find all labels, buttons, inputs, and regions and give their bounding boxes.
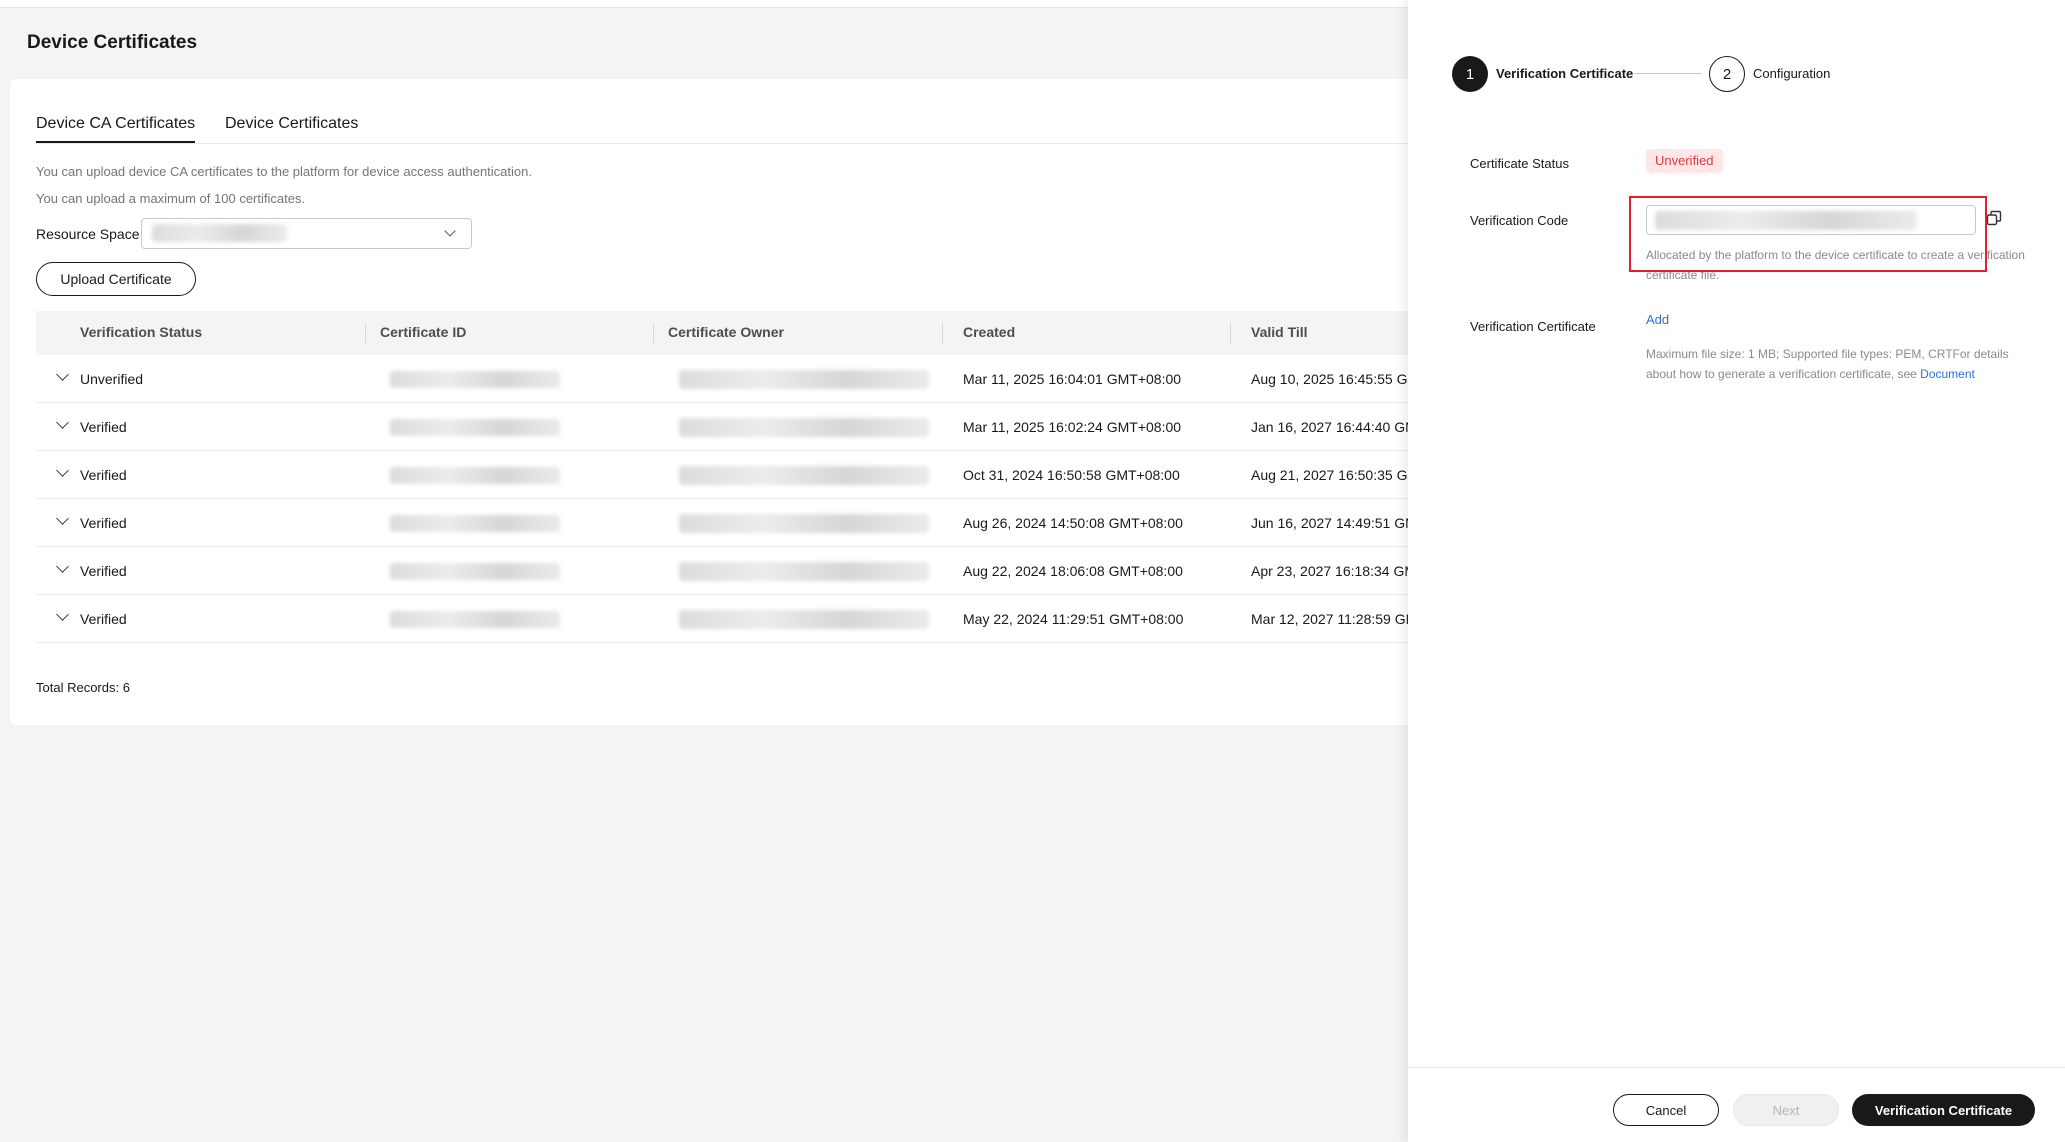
row-status: Verified <box>80 467 127 483</box>
row-created: Aug 22, 2024 18:06:08 GMT+08:00 <box>963 563 1183 579</box>
certificate-id-redacted <box>390 467 560 484</box>
file-requirements-hint: Maximum file size: 1 MB; Supported file … <box>1646 344 2016 384</box>
chevron-down-icon[interactable] <box>56 608 69 621</box>
row-valid-till: Apr 23, 2027 16:18:34 GMT+ <box>1251 563 1433 579</box>
row-created: Aug 26, 2024 14:50:08 GMT+08:00 <box>963 515 1183 531</box>
verification-code-field[interactable] <box>1646 205 1976 235</box>
step-connector <box>1634 73 1702 74</box>
copy-icon[interactable] <box>1986 210 2002 226</box>
next-button[interactable]: Next <box>1733 1094 1839 1126</box>
certificate-owner-redacted <box>679 514 929 533</box>
step-number: 1 <box>1452 56 1488 92</box>
column-certificate-owner: Certificate Owner <box>668 324 784 340</box>
chevron-down-icon[interactable] <box>56 464 69 477</box>
column-separator <box>653 323 654 343</box>
certificate-owner-redacted <box>679 466 929 485</box>
column-certificate-id: Certificate ID <box>380 324 467 340</box>
limit-hint: You can upload a maximum of 100 certific… <box>36 191 306 206</box>
column-valid-till: Valid Till <box>1251 324 1308 340</box>
certificate-owner-redacted <box>679 370 929 389</box>
table-row: Verified Aug 22, 2024 18:06:08 GMT+08:00… <box>36 547 1433 595</box>
verify-certificate-drawer: 1 Verification Certificate 2 Configurati… <box>1408 0 2065 1142</box>
drawer-footer: Cancel Next Verification Certificate <box>1408 1067 2065 1142</box>
certificate-owner-redacted <box>679 610 929 629</box>
verification-code-label: Verification Code <box>1470 213 1569 228</box>
row-created: Mar 11, 2025 16:02:24 GMT+08:00 <box>963 419 1182 435</box>
verification-code-redacted <box>1655 211 1917 230</box>
add-certificate-link[interactable]: Add <box>1646 312 1669 327</box>
table-header: Verification Status Certificate ID Certi… <box>36 311 1430 355</box>
document-link[interactable]: Document <box>1920 367 1975 381</box>
table-row: Unverified Mar 11, 2025 16:04:01 GMT+08:… <box>36 355 1432 403</box>
tabs-divider <box>36 143 1430 144</box>
certificate-id-redacted <box>390 371 560 388</box>
tab-device-ca-certificates[interactable]: Device CA Certificates <box>36 115 196 143</box>
certificate-id-redacted <box>390 563 560 580</box>
column-separator <box>1230 323 1231 343</box>
status-badge: Unverified <box>1646 149 1723 173</box>
table-row: Verified Oct 31, 2024 16:50:58 GMT+08:00… <box>36 451 1432 499</box>
row-created: Oct 31, 2024 16:50:58 GMT+08:00 <box>963 467 1180 483</box>
tab-device-certificates[interactable]: Device Certificates <box>225 115 358 141</box>
verification-certificate-button[interactable]: Verification Certificate <box>1852 1094 2035 1126</box>
row-status: Unverified <box>80 371 144 387</box>
certificate-status-label: Certificate Status <box>1470 156 1569 171</box>
certificate-id-redacted <box>390 515 560 532</box>
page-title: Device Certificates <box>27 32 198 53</box>
row-valid-till: Jun 16, 2027 14:49:51 GMT+ <box>1251 515 1434 531</box>
row-valid-till: Mar 12, 2027 11:28:59 GMT+ <box>1251 611 1435 627</box>
chevron-down-icon[interactable] <box>56 512 69 525</box>
column-created: Created <box>963 324 1016 340</box>
resource-space-select[interactable] <box>141 218 472 249</box>
upload-certificate-button[interactable]: Upload Certificate <box>36 262 196 296</box>
row-valid-till: Aug 10, 2025 16:45:55 GMT- <box>1251 371 1432 387</box>
resource-space-value-redacted <box>152 224 287 242</box>
verification-certificate-label: Verification Certificate <box>1470 319 1596 334</box>
chevron-down-icon[interactable] <box>56 416 69 429</box>
top-nav-strip <box>0 0 1408 8</box>
table-row: Verified Aug 26, 2024 14:50:08 GMT+08:00… <box>36 499 1434 547</box>
cancel-button[interactable]: Cancel <box>1613 1094 1719 1126</box>
row-created: May 22, 2024 11:29:51 GMT+08:00 <box>963 611 1184 627</box>
row-status: Verified <box>80 515 127 531</box>
step-label: Configuration <box>1753 66 1831 81</box>
chevron-down-icon[interactable] <box>56 368 69 381</box>
column-separator <box>365 323 366 343</box>
upload-hint: You can upload device CA certificates to… <box>36 164 532 179</box>
step-label: Verification Certificate <box>1496 66 1634 81</box>
step-number: 2 <box>1709 56 1745 92</box>
row-created: Mar 11, 2025 16:04:01 GMT+08:00 <box>963 371 1182 387</box>
row-valid-till: Aug 21, 2027 16:50:35 GMT- <box>1251 467 1432 483</box>
column-separator <box>942 323 943 343</box>
certificate-id-redacted <box>390 611 560 628</box>
table-row: Verified Mar 11, 2025 16:02:24 GMT+08:00… <box>36 403 1434 451</box>
row-status: Verified <box>80 611 127 627</box>
table-row: Verified May 22, 2024 11:29:51 GMT+08:00… <box>36 595 1434 643</box>
chevron-down-icon[interactable] <box>56 560 69 573</box>
verification-code-help: Allocated by the platform to the device … <box>1646 248 2025 282</box>
total-records: Total Records: 6 <box>36 680 130 695</box>
certificates-table: Verification Status Certificate ID Certi… <box>36 311 1434 643</box>
row-valid-till: Jan 16, 2027 16:44:40 GMT+ <box>1251 419 1434 435</box>
row-status: Verified <box>80 563 127 579</box>
resource-space-label: Resource Space <box>36 226 140 242</box>
certificate-id-redacted <box>390 419 560 436</box>
chevron-down-icon <box>444 225 456 237</box>
row-status: Verified <box>80 419 127 435</box>
certificates-card: Device CA Certificates Device Certificat… <box>10 79 1434 725</box>
certificate-owner-redacted <box>679 418 929 437</box>
certificate-owner-redacted <box>679 562 929 581</box>
column-verification-status: Verification Status <box>80 324 203 340</box>
